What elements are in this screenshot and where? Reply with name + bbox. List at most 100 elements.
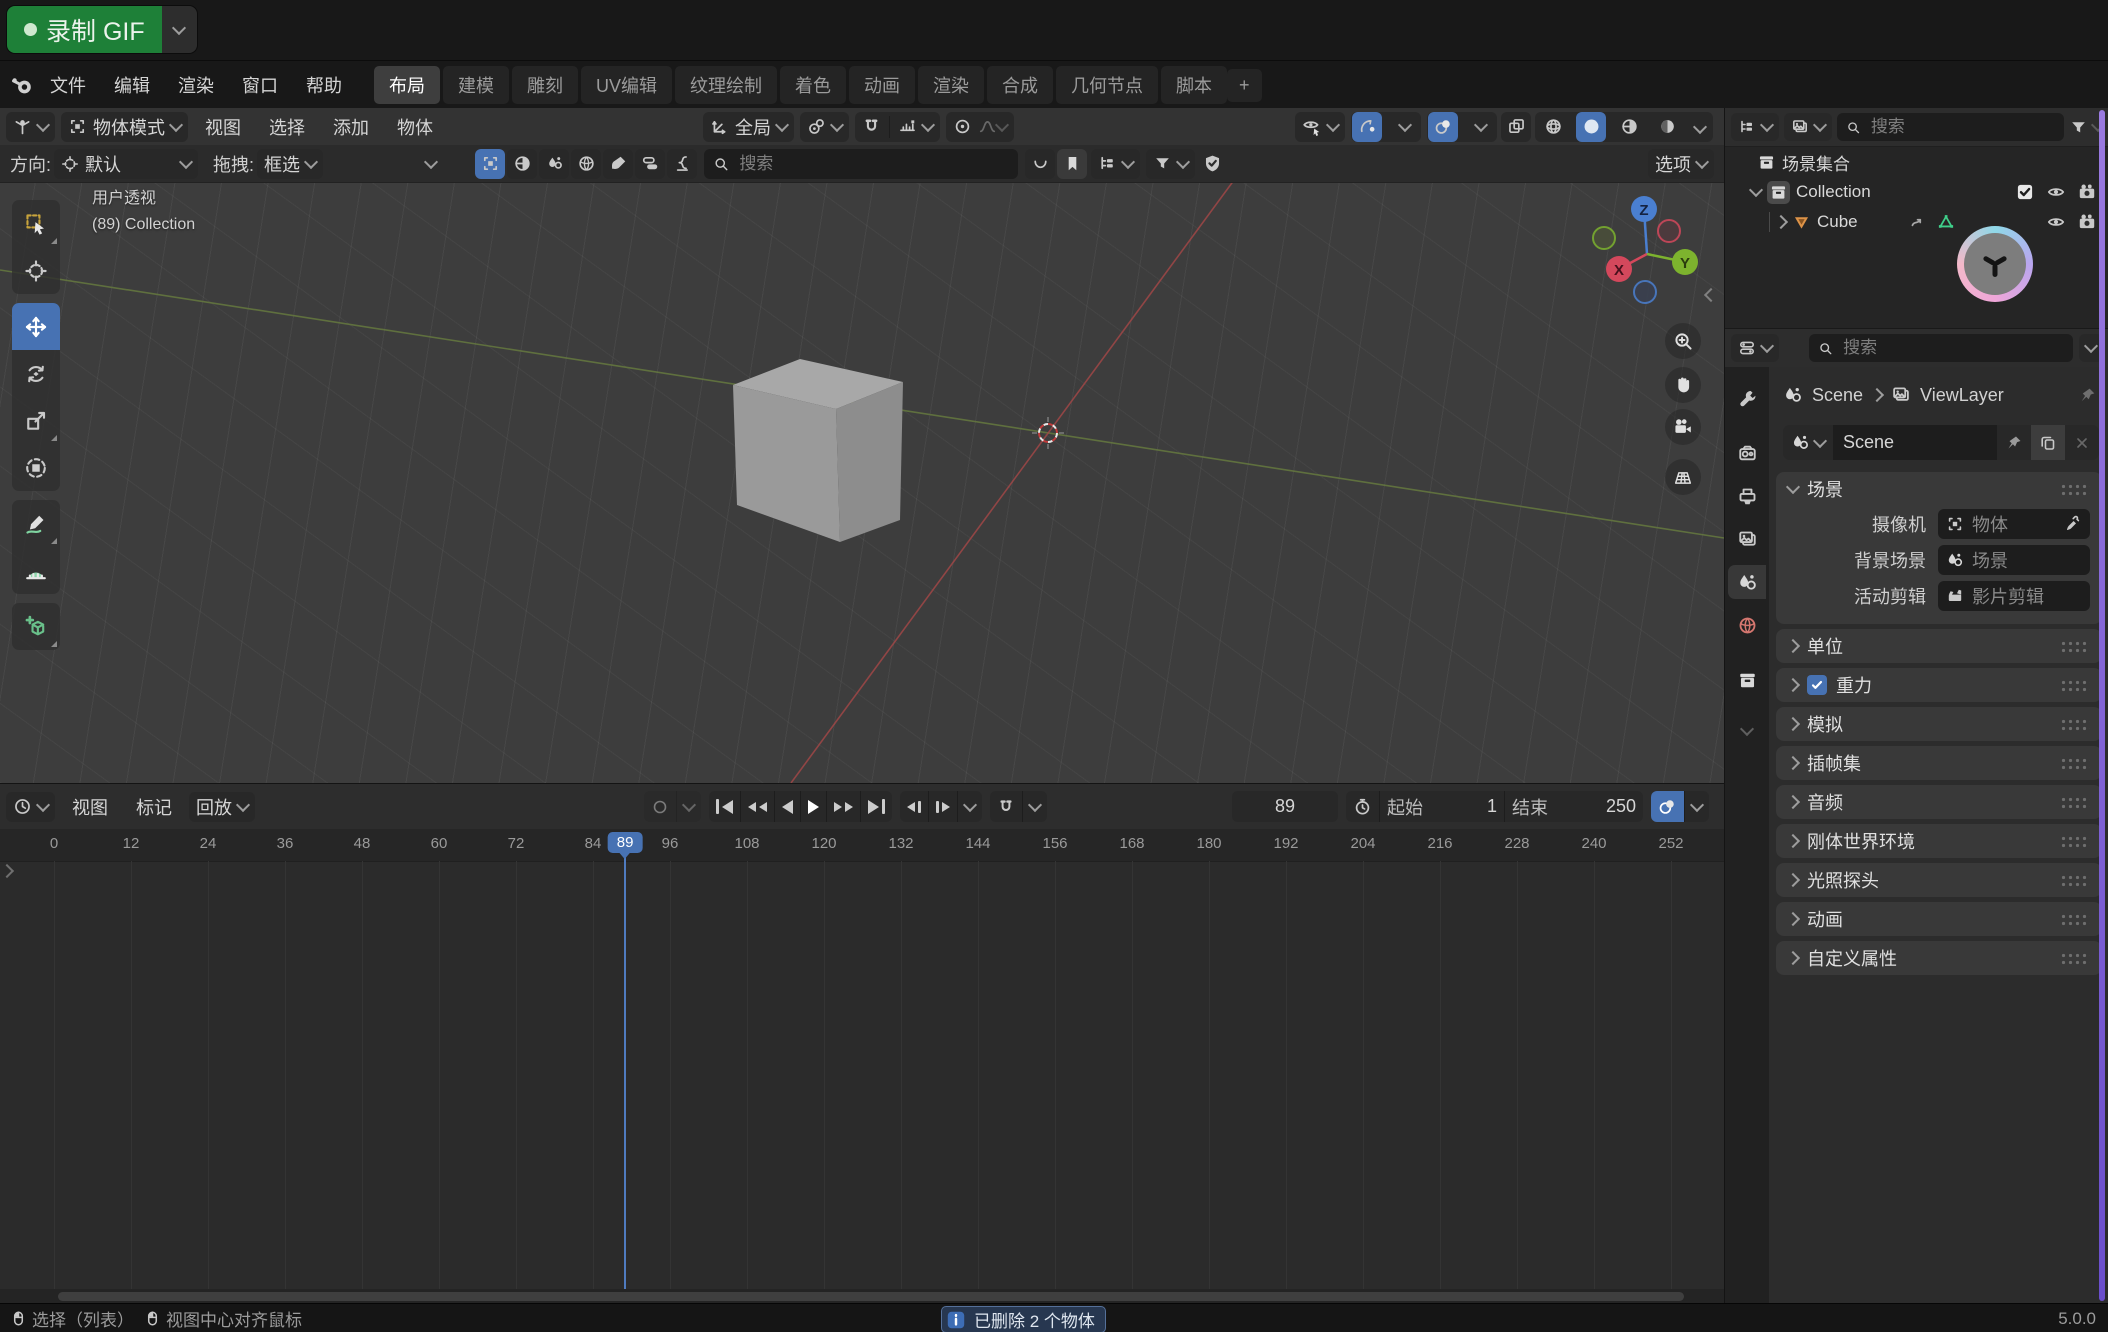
menu-item[interactable]: 渲染 [164,72,228,98]
tool-scale[interactable] [12,397,60,444]
nav-lock-dropdown[interactable] [1022,791,1047,822]
jump-to-start-button[interactable] [709,791,740,822]
eyedropper-icon[interactable] [2064,515,2082,533]
overlays-dropdown[interactable] [1466,112,1496,142]
default-cube[interactable] [733,359,903,542]
viewport-menu-item[interactable]: 选择 [255,114,319,140]
workspace-tab[interactable]: 合成 [987,66,1053,104]
scrollbar-handle[interactable] [58,1292,1684,1301]
tool-options-dropdown[interactable]: 选项 [1648,149,1714,179]
workspace-tab[interactable]: UV编辑 [581,66,672,104]
tab-tool[interactable] [1728,381,1766,415]
record-gif-dropdown[interactable] [162,6,197,53]
menu-item[interactable]: 窗口 [228,72,292,98]
viewport-3d[interactable]: 物体模式 视图选择添加物体 全局 [0,108,1724,783]
timeline-menu-item[interactable]: 标记 [122,794,186,820]
filter-object-toggle[interactable] [475,149,505,179]
frame-start-field[interactable]: 起始 1 [1379,791,1504,822]
checkbox-icon[interactable] [2015,182,2035,202]
asset-search-field[interactable] [704,149,1018,179]
copy-button[interactable] [2031,425,2065,460]
tab-collection[interactable] [1728,663,1766,697]
shading-solid-button[interactable] [1576,112,1606,142]
play-button[interactable] [800,791,826,822]
pin-icon[interactable] [2078,386,2097,405]
properties-editor-type[interactable] [1731,334,1779,362]
outliner-search-field[interactable] [1837,113,2064,141]
record-gif-button[interactable]: 录制 GIF [6,5,198,54]
workspace-tab[interactable]: 动画 [849,66,915,104]
shield-check-icon[interactable] [1202,153,1223,174]
outliner-row-cube[interactable]: Cube [1725,207,2108,237]
current-frame-field[interactable]: 89 [1232,791,1338,822]
property-section[interactable]: 动画 [1776,902,2102,936]
snap-settings-icon[interactable] [898,117,917,136]
playback-menu[interactable]: 回放 [189,792,255,822]
axis-neg-x-ball[interactable] [1658,220,1680,242]
mode-dropdown[interactable]: 物体模式 [61,112,188,142]
tab-output[interactable] [1728,479,1766,513]
show-gizmo-toggle[interactable] [1352,112,1382,142]
frame-end-field[interactable]: 结束 250 [1504,791,1643,822]
workspace-tab[interactable]: 建模 [443,66,509,104]
play-reverse-button[interactable] [774,791,800,822]
outliner[interactable]: 场景集合 Collection Cube [1725,108,2108,328]
proportional-edit-icon[interactable] [953,117,972,136]
pan-button[interactable] [1665,367,1701,403]
viewport-menu-item[interactable]: 物体 [383,114,447,140]
timeline-menu-item[interactable]: 视图 [58,794,122,820]
grip-icon[interactable] [2060,952,2090,965]
filter-world-toggle[interactable] [571,149,601,179]
camera-view-button[interactable] [1665,409,1701,445]
section-checkbox[interactable] [1807,675,1827,695]
property-section[interactable]: 模拟 [1776,707,2102,741]
properties-editor[interactable]: Scene ViewLayer Scene [1725,328,2108,1304]
prev-frame-button[interactable] [900,791,928,822]
property-section[interactable]: 刚体世界环境 [1776,824,2102,858]
tab-render[interactable] [1728,436,1766,470]
background-scene-field[interactable]: 场景 [1938,545,2090,575]
grip-icon[interactable] [2060,718,2090,731]
camera-render-icon[interactable] [2077,212,2097,232]
properties-search-field[interactable] [1809,334,2073,362]
sync-toggle[interactable] [1651,791,1684,822]
display-settings-dropdown[interactable] [1091,149,1140,179]
tool-move[interactable] [12,303,60,350]
menu-item[interactable]: 文件 [36,72,100,98]
grip-icon[interactable] [2060,679,2090,692]
tool-cursor[interactable] [12,247,60,294]
tool-transform[interactable] [12,444,60,491]
blender-logo-icon[interactable] [10,72,36,98]
property-section[interactable]: 自定义属性 [1776,941,2102,975]
collapse-chevron-icon[interactable] [424,154,438,168]
expand-chevron-icon[interactable] [1774,215,1788,229]
grip-icon[interactable] [2060,874,2090,887]
grip-icon[interactable] [2060,913,2090,926]
tab-viewlayer[interactable] [1728,522,1766,556]
scene-section-header[interactable]: 场景 [1776,472,2102,506]
properties-search-input[interactable] [1841,337,2064,359]
tab-scene[interactable] [1728,565,1766,599]
scene-datablock-name[interactable]: Scene [1833,425,1997,460]
scene-datablock-selector[interactable]: Scene [1783,425,2099,460]
grip-icon[interactable] [2060,757,2090,770]
axis-x-ball[interactable]: X [1606,256,1632,282]
orientation-dropdown[interactable]: 全局 [703,112,794,142]
expand-chevron-icon[interactable] [1749,183,1763,197]
viewport-menu-item[interactable]: 添加 [319,114,383,140]
navigation-gizmo[interactable]: Z X Y [1583,194,1713,324]
filter-brush-toggle[interactable] [603,149,633,179]
pin-button[interactable] [1997,425,2031,460]
shading-wireframe-button[interactable] [1538,112,1568,142]
tool-select-box[interactable] [12,200,60,247]
eye-icon[interactable] [2046,182,2066,202]
scene-browse-button[interactable] [1783,425,1833,460]
frame-step-dropdown[interactable] [957,791,982,822]
nav-magnet-toggle[interactable] [990,791,1022,822]
filter-scene-toggle[interactable] [539,149,569,179]
workspace-tab[interactable]: 几何节点 [1056,66,1158,104]
property-section[interactable]: 音频 [1776,785,2102,819]
workspace-tab[interactable]: 纹理绘制 [675,66,777,104]
breadcrumb-scene[interactable]: Scene [1812,385,1863,406]
workspace-tab[interactable]: 布局 [374,66,440,104]
